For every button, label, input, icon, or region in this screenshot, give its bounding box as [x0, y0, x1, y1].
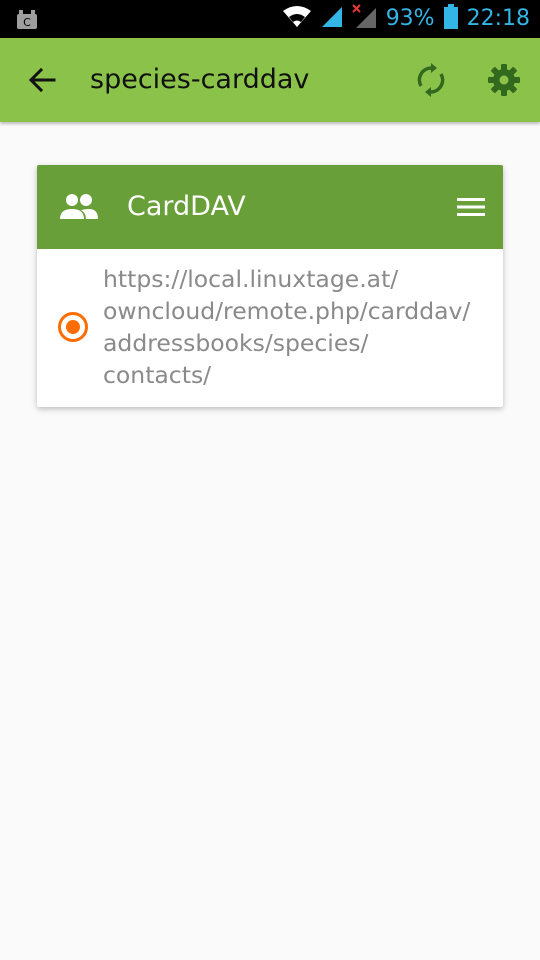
url-line: addressbooks/species/	[103, 329, 369, 357]
url-line: contacts/	[103, 361, 212, 389]
url-line: https://local.linuxtage.at/	[103, 265, 399, 293]
card-title: CardDAV	[127, 191, 246, 222]
app-toolbar: species-carddav	[0, 38, 540, 122]
status-bar: C 93% 22:18	[0, 0, 540, 38]
carddav-card: CardDAV https://local.linuxtage.at/ ownc…	[37, 165, 503, 407]
signal-icon	[320, 5, 344, 33]
arrow-back-icon[interactable]	[22, 60, 62, 100]
page-title: species-carddav	[90, 64, 310, 95]
notification-app-icon: C	[16, 8, 38, 30]
sync-icon[interactable]	[411, 60, 451, 100]
no-signal-icon	[351, 4, 378, 34]
addressbook-radio-button[interactable]	[58, 312, 88, 342]
hamburger-menu-icon[interactable]	[451, 189, 491, 225]
svg-text:C: C	[23, 16, 31, 29]
card-header: CardDAV	[37, 165, 503, 249]
people-icon	[59, 189, 99, 225]
battery-percent: 93%	[385, 6, 435, 31]
wifi-icon	[282, 5, 312, 33]
clock: 22:18	[466, 6, 530, 31]
radio-selected-dot	[66, 320, 80, 334]
gear-icon[interactable]	[484, 60, 524, 100]
addressbook-url: https://local.linuxtage.at/ owncloud/rem…	[103, 263, 498, 391]
addressbook-item[interactable]: https://local.linuxtage.at/ owncloud/rem…	[37, 249, 503, 407]
url-line: owncloud/remote.php/carddav/	[103, 297, 471, 325]
status-icons: 93% 22:18	[282, 0, 530, 38]
battery-icon	[443, 4, 459, 34]
